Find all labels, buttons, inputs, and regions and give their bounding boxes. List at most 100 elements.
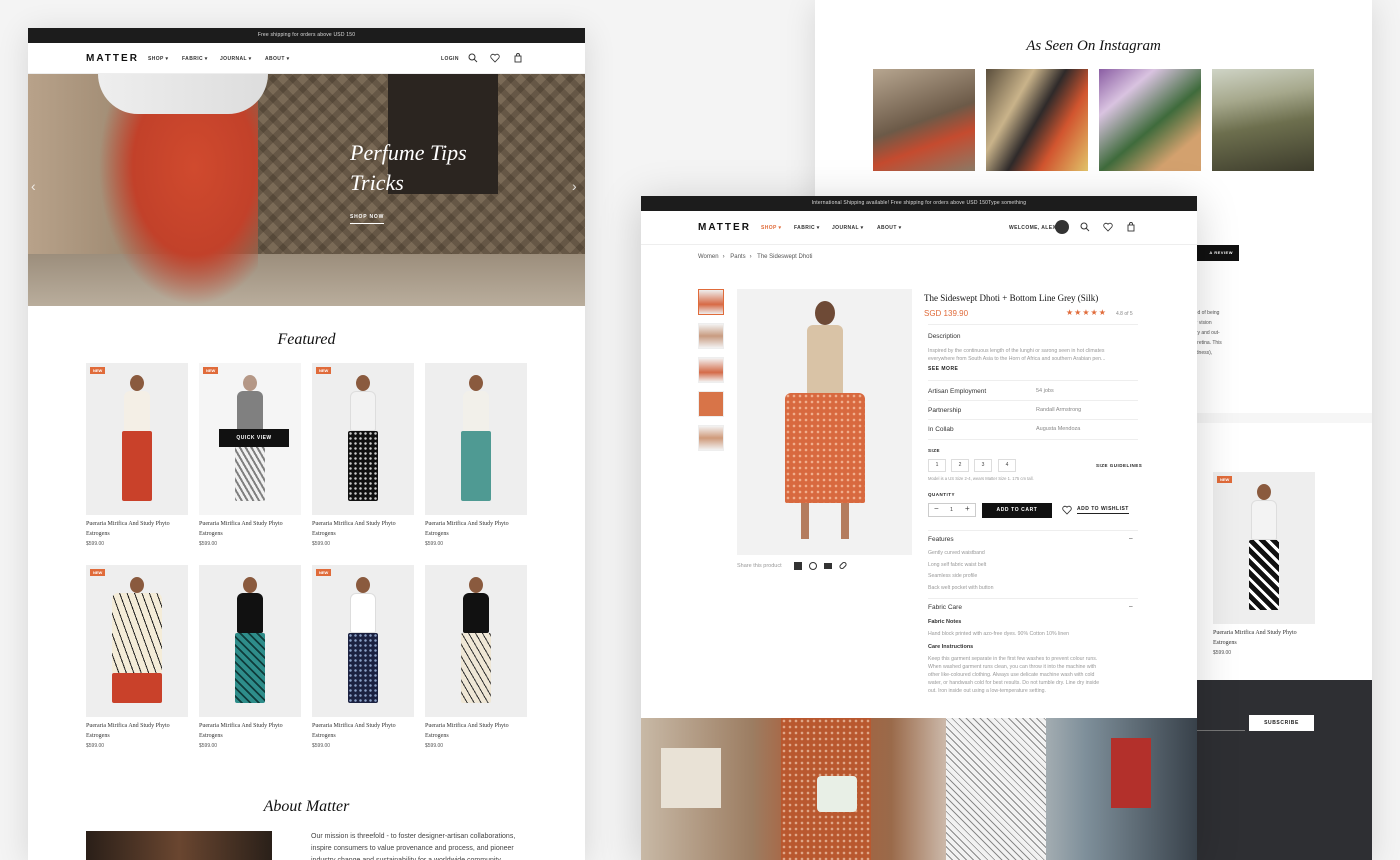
product-price: $599.00 (312, 743, 331, 749)
detail-value: Augusta Mendoza (1036, 426, 1081, 432)
product-thumbnail[interactable] (698, 289, 724, 315)
peek-line: ury and out- (1193, 330, 1220, 336)
product-card[interactable]: Pueraria Mirifica And Study Phyto Estroge… (199, 565, 301, 749)
heart-icon[interactable] (490, 53, 500, 63)
product-image[interactable] (199, 565, 301, 717)
product-name[interactable]: Pueraria Mirifica And Study Phyto Estroge… (199, 519, 301, 539)
product-image[interactable] (425, 363, 527, 515)
search-icon[interactable] (468, 53, 478, 63)
minus-icon[interactable]: − (934, 504, 939, 513)
logo[interactable]: MATTER (698, 222, 751, 233)
quantity-stepper[interactable]: − 1 + (928, 503, 976, 517)
product-image[interactable]: NEW (86, 565, 188, 717)
divider (928, 419, 1138, 420)
main-nav: MATTER SHOP ▾ FABRIC ▾ JOURNAL ▾ ABOUT ▾… (641, 211, 1197, 245)
size-option[interactable]: 3 (974, 459, 992, 472)
size-guidelines-link[interactable]: SIZE GUIDELINES (1096, 463, 1142, 468)
product-thumbnail[interactable] (698, 323, 724, 349)
product-thumbnail[interactable] (698, 425, 724, 451)
size-option[interactable]: 1 (928, 459, 946, 472)
instagram-photo-4[interactable] (1212, 69, 1314, 171)
size-option[interactable]: 4 (998, 459, 1016, 472)
add-to-wishlist-link[interactable]: ADD TO WISHLIST (1077, 506, 1129, 514)
product-name[interactable]: Pueraria Mirifica And Study Phyto Estroge… (312, 519, 414, 539)
peek-line: edness), (1193, 350, 1213, 356)
product-price: SGD 139.90 (924, 309, 969, 318)
bag-icon[interactable] (1126, 222, 1136, 232)
product-name[interactable]: Pueraria Mirifica And Study Phyto Estroge… (425, 519, 527, 539)
nav-shop[interactable]: SHOP ▾ (148, 56, 168, 62)
nav-about[interactable]: ABOUT ▾ (265, 56, 289, 62)
instagram-photo-2[interactable] (986, 69, 1088, 171)
product-thumbnail[interactable] (698, 391, 724, 417)
product-card[interactable]: NEW Pueraria Mirifica And Study Phyto Est… (312, 363, 414, 547)
features-label[interactable]: Features (928, 536, 954, 543)
subscribe-button[interactable]: SUBSCRIBE (1249, 715, 1314, 731)
instagram-photo-1[interactable] (873, 69, 975, 171)
whatsapp-icon[interactable] (809, 562, 817, 570)
quantity-value: 1 (950, 507, 954, 513)
nav-about[interactable]: ABOUT ▾ (877, 225, 901, 231)
product-image[interactable]: NEW (86, 363, 188, 515)
product-card[interactable]: NEW Pueraria Mirifica And Study Phyto Est… (86, 363, 188, 547)
detail-value: 54 jobs (1036, 388, 1054, 394)
instagram-photo-3[interactable] (1099, 69, 1201, 171)
product-card[interactable]: NEW Pueraria Mirifica And Study Phyto Est… (86, 565, 188, 749)
product-image[interactable] (425, 565, 527, 717)
product-image[interactable]: NEW (1213, 472, 1315, 624)
divider (928, 400, 1138, 401)
size-note: Model is a US Size 2-4, wears Matter Siz… (928, 476, 1034, 481)
breadcrumb-women[interactable]: Women (698, 254, 719, 260)
product-name[interactable]: Pueraria Mirifica And Study Phyto Estroge… (86, 519, 188, 539)
rating-stars[interactable]: ★★★★★ (1066, 308, 1107, 317)
product-name[interactable]: Pueraria Mirifica And Study Phyto Estroge… (86, 721, 188, 741)
login-link[interactable]: LOGIN (441, 56, 459, 62)
product-card[interactable]: NEW Pueraria Mirifica And Study Phyto Est… (1213, 472, 1315, 656)
product-name[interactable]: Pueraria Mirifica And Study Phyto Estroge… (425, 721, 527, 741)
quick-view-button[interactable]: QUICK VIEW (219, 429, 289, 447)
product-card[interactable]: NEW Pueraria Mirifica And Study Phyto Est… (312, 565, 414, 749)
care-line: out. Iron inside out using a low-tempera… (928, 688, 1046, 694)
product-main-image[interactable] (737, 289, 912, 555)
fabric-care-label[interactable]: Fabric Care (928, 604, 962, 611)
nav-shop[interactable]: SHOP ▾ (761, 225, 781, 231)
lifestyle-photo (641, 718, 1197, 860)
product-card[interactable]: Pueraria Mirifica And Study Phyto Estroge… (425, 565, 527, 749)
shop-now-link[interactable]: SHOP NOW (350, 214, 385, 224)
bag-icon[interactable] (513, 53, 523, 63)
heart-icon[interactable] (1062, 505, 1072, 515)
search-icon[interactable] (1080, 222, 1090, 232)
nav-fabric[interactable]: FABRIC ▾ (794, 225, 820, 231)
plus-icon[interactable]: + (965, 504, 970, 513)
link-icon[interactable] (838, 560, 848, 571)
heart-icon[interactable] (1103, 222, 1113, 232)
product-image[interactable]: NEW QUICK VIEW (199, 363, 301, 515)
email-icon[interactable] (824, 563, 832, 569)
chevron-left-icon[interactable]: ‹ (31, 178, 36, 194)
collapse-icon[interactable]: – (1129, 535, 1133, 542)
nav-journal[interactable]: JOURNAL ▾ (220, 56, 252, 62)
product-card-hover[interactable]: NEW QUICK VIEW Pueraria Mirifica And Stu… (199, 363, 301, 547)
new-badge: NEW (203, 367, 219, 374)
logo[interactable]: MATTER (86, 53, 139, 64)
nav-fabric[interactable]: FABRIC ▾ (182, 56, 208, 62)
product-image[interactable]: NEW (312, 565, 414, 717)
product-image[interactable]: NEW (312, 363, 414, 515)
featured-title: Featured (277, 331, 336, 348)
size-option[interactable]: 2 (951, 459, 969, 472)
add-to-cart-button[interactable]: ADD TO CART (982, 503, 1052, 518)
product-name[interactable]: Pueraria Mirifica And Study Phyto Estroge… (1213, 628, 1315, 648)
welcome-text[interactable]: WELCOME, ALEX (1009, 225, 1056, 231)
avatar[interactable] (1055, 220, 1069, 234)
breadcrumb-pants[interactable]: Pants (730, 254, 745, 260)
product-name[interactable]: Pueraria Mirifica And Study Phyto Estroge… (199, 721, 301, 741)
nav-journal[interactable]: JOURNAL ▾ (832, 225, 864, 231)
chevron-right-icon[interactable]: › (572, 178, 577, 194)
see-more-link[interactable]: SEE MORE (928, 366, 958, 372)
facebook-icon[interactable] (794, 562, 802, 570)
write-review-button[interactable]: A REVIEW (1195, 245, 1239, 261)
product-thumbnail[interactable] (698, 357, 724, 383)
product-name[interactable]: Pueraria Mirifica And Study Phyto Estroge… (312, 721, 414, 741)
collapse-icon[interactable]: – (1129, 603, 1133, 610)
product-card[interactable]: Pueraria Mirifica And Study Phyto Estroge… (425, 363, 527, 547)
